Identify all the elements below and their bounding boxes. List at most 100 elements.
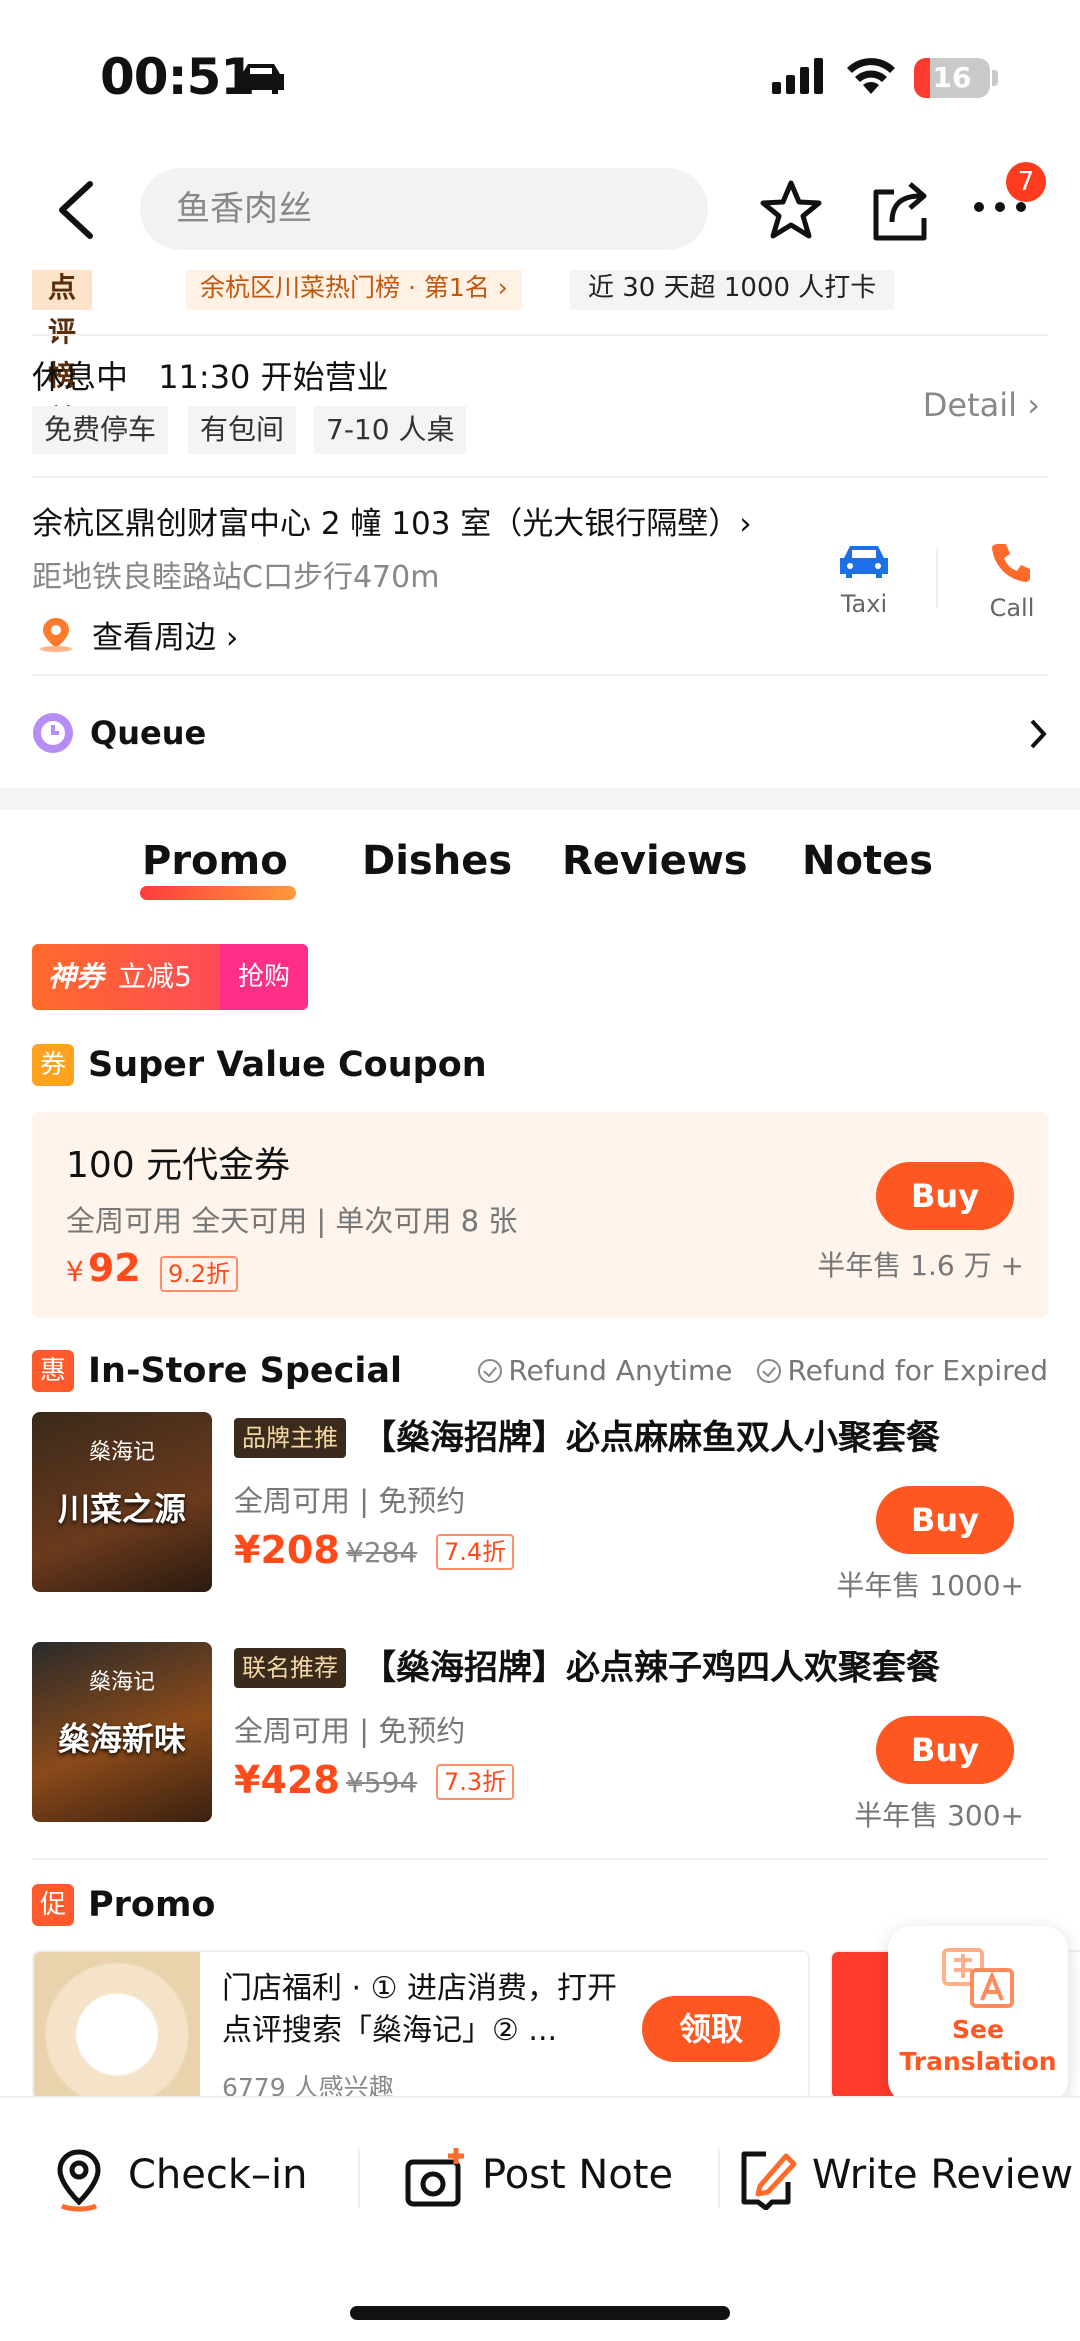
ranking-text[interactable]: 余杭区川菜热门榜 · 第1名 › — [186, 266, 522, 310]
amenity-tag: 有包间 — [188, 406, 297, 454]
tab-promo[interactable]: Promo — [142, 838, 288, 884]
divider — [32, 334, 1048, 336]
thumbnail-brand: 燊海记 — [88, 1440, 155, 1465]
queue-label: Queue — [90, 714, 207, 752]
translate-button[interactable]: See Translation — [888, 1926, 1068, 2104]
super-coupon-amount: 立减5 — [118, 960, 192, 993]
coupon-card[interactable]: 100 元代金券 全周可用 全天可用 | 单次可用 8 张 ¥92 9.2折 B… — [32, 1112, 1048, 1318]
notification-badge: 7 — [1006, 162, 1046, 202]
divider — [358, 2148, 360, 2208]
amenity-tag: 7-10 人桌 — [314, 406, 467, 454]
promo-text: 门店福利 · ① 进店消费，打开点评搜索「燊海记」② ... — [222, 1971, 618, 2048]
deal-card[interactable]: 燊海记 川菜之源 品牌主推 【燊海招牌】必点麻麻鱼双人小聚套餐 全周可用 | 免… — [32, 1412, 1048, 1602]
deal-buy-button[interactable]: Buy — [876, 1486, 1014, 1554]
section-spacer — [0, 788, 1080, 810]
refund-policies: Refund Anytime Refund for Expired — [462, 1354, 1048, 1387]
coupon-discount: 9.2折 — [160, 1256, 239, 1292]
top-nav-bar: 鱼香肉丝 7 — [0, 150, 1080, 270]
checkin-count: 近 30 天超 1000 人打卡 — [570, 266, 895, 310]
status-time: 00:51 — [100, 48, 255, 106]
clock-icon — [33, 713, 73, 753]
car-icon — [238, 64, 284, 94]
search-input[interactable]: 鱼香肉丝 — [140, 168, 708, 250]
taxi-icon — [840, 546, 888, 578]
special-section-title: In-Store Special — [88, 1351, 402, 1391]
divider — [936, 548, 938, 608]
ranking-tag: 点评榜单 — [32, 266, 93, 436]
back-arrow-icon[interactable] — [52, 180, 102, 240]
battery-level: 16 — [932, 61, 972, 94]
deal-sold-count: 半年售 300+ — [854, 1799, 1024, 1832]
favorite-star-icon[interactable] — [758, 178, 824, 244]
call-label: Call — [989, 594, 1035, 622]
share-icon[interactable] — [870, 178, 932, 244]
deal-original-price: ¥594 — [346, 1766, 418, 1799]
taxi-button[interactable]: Taxi — [824, 540, 904, 618]
refund-expired: Refund for Expired — [787, 1354, 1048, 1387]
promo-card[interactable]: 门店福利 · ① 进店消费，打开点评搜索「燊海记」② ... 6779 人感兴趣… — [32, 1950, 810, 2100]
coupon-availability: 全周可用 全天可用 | 单次可用 8 张 — [66, 1204, 518, 1238]
edit-icon — [741, 2151, 797, 2210]
thumbnail-text: 川菜之源 — [57, 1490, 186, 1528]
search-placeholder: 鱼香肉丝 — [176, 189, 312, 229]
deal-label: 联名推荐 — [234, 1648, 346, 1688]
divider — [32, 476, 1048, 478]
check-circle-icon — [478, 1359, 503, 1383]
nearby-label: 查看周边 › — [92, 620, 239, 656]
claim-button[interactable]: 领取 — [642, 1996, 780, 2062]
call-button[interactable]: Call — [972, 540, 1052, 622]
bottom-action-bar: Check–in Post Note Write Review — [0, 2096, 1080, 2341]
divider — [32, 1858, 1048, 1860]
super-coupon-offer: 神券 立减5 — [32, 944, 216, 1010]
translate-label-1: See — [952, 2015, 1004, 2044]
deal-discount: 7.3折 — [436, 1764, 515, 1800]
post-note-label: Post Note — [482, 2152, 674, 2198]
more-options-icon[interactable] — [972, 200, 1028, 214]
tab-reviews[interactable]: Reviews — [562, 838, 748, 884]
tab-notes[interactable]: Notes — [802, 838, 933, 884]
queue-row[interactable]: Queue — [32, 710, 1048, 756]
deal-price: ¥428 — [234, 1758, 340, 1802]
address-link[interactable]: 余杭区鼎创财富中心 2 幢 103 室（光大银行隔壁）› — [32, 498, 752, 543]
divider — [32, 674, 1048, 676]
active-tab-indicator — [140, 886, 296, 900]
post-note-button[interactable]: Post Note — [404, 2138, 684, 2218]
deal-buy-button[interactable]: Buy — [876, 1716, 1014, 1784]
promo-image — [34, 1952, 200, 2098]
coupon-buy-button[interactable]: Buy — [876, 1162, 1014, 1230]
deal-original-price: ¥284 — [346, 1536, 418, 1569]
deal-discount: 7.4折 — [436, 1534, 515, 1570]
metro-distance: 距地铁良睦路站C口步行470m — [32, 560, 440, 595]
battery-indicator: 16 — [914, 58, 998, 98]
coupon-name: 100 元代金券 — [66, 1145, 291, 1186]
deal-card[interactable]: 燊海记 燊海新味 联名推荐 【燊海招牌】必点辣子鸡四人欢聚套餐 全周可用 | 免… — [32, 1642, 1048, 1832]
business-hours: 休息中 11:30 开始营业 — [32, 352, 389, 398]
location-pin-icon — [40, 618, 72, 652]
deal-title: 【燊海招牌】必点辣子鸡四人欢聚套餐 — [362, 1648, 940, 1688]
promo-section-title: Promo — [88, 1885, 216, 1925]
super-coupon-brand: 神券 — [48, 960, 105, 993]
grab-button[interactable]: 抢购 — [220, 944, 308, 1010]
deal-price: ¥208 — [234, 1528, 340, 1572]
translate-icon — [942, 1948, 1014, 2008]
coupon-section-title: Super Value Coupon — [88, 1045, 487, 1085]
coupon-price: ¥92 — [66, 1246, 141, 1290]
business-state: 休息中 — [32, 358, 129, 396]
translate-label-2: Translation — [899, 2047, 1057, 2076]
refund-anytime: Refund Anytime — [508, 1354, 733, 1387]
deal-label: 品牌主推 — [234, 1418, 346, 1458]
divider — [718, 2148, 720, 2208]
detail-link[interactable]: Detail › — [923, 386, 1040, 424]
phone-icon — [992, 544, 1030, 582]
checkin-button[interactable]: Check–in — [52, 2138, 352, 2218]
camera-icon — [405, 2148, 464, 2207]
currency-symbol: ¥ — [66, 1255, 84, 1288]
deal-availability: 全周可用 | 免预约 — [234, 1484, 466, 1518]
tab-dishes[interactable]: Dishes — [362, 838, 512, 884]
content-tabs: Promo Dishes Reviews Notes — [0, 838, 1080, 908]
deal-availability: 全周可用 | 免预约 — [234, 1714, 466, 1748]
home-indicator[interactable] — [350, 2306, 730, 2320]
super-coupon-banner[interactable]: 神券 立减5 抢购 — [32, 944, 308, 1010]
thumbnail-brand: 燊海记 — [88, 1670, 155, 1695]
write-review-button[interactable]: Write Review — [738, 2138, 1073, 2218]
